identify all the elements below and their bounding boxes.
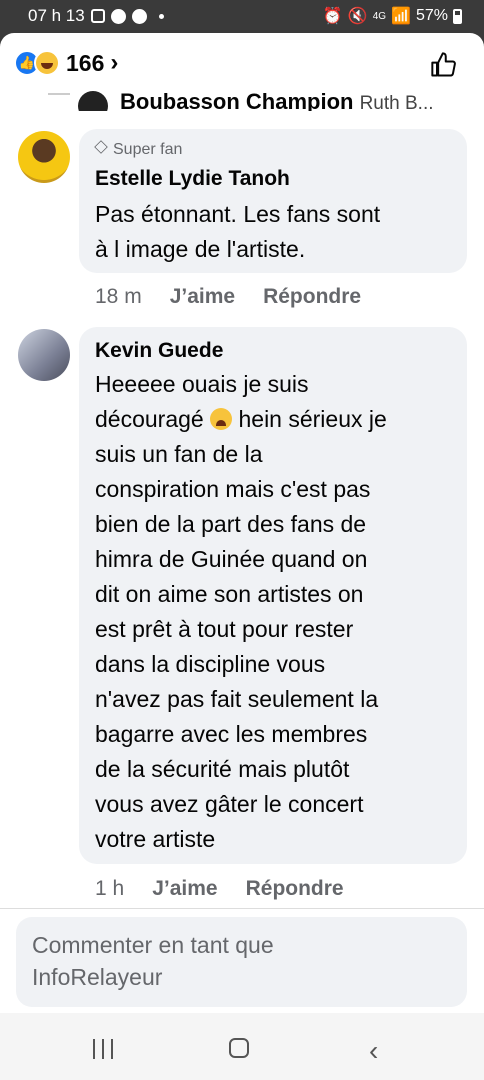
comment-actions: 1 h J’aime Répondre [95,877,344,901]
comment-bubble[interactable]: Kevin Guede Heeeee ouais je suis découra… [79,327,467,864]
notification-dot-icon [158,13,164,19]
crying-face-icon [210,408,233,430]
messenger-icon [110,8,126,24]
reaction-summary[interactable]: 👍 166 › [14,49,118,77]
signal-icon: 📶 [391,8,411,25]
system-nav-bar: ‹ [0,1013,484,1080]
home-icon[interactable] [229,1038,249,1058]
avatar[interactable] [18,131,70,183]
diamond-icon [94,140,108,154]
comment-composer[interactable]: Commenter en tant que InfoRelayeur [16,917,467,1007]
reply-button[interactable]: Répondre [263,285,361,309]
status-bar: 07 h 13 ⏰ 🔇 4G 📶 57% [0,0,484,32]
comment-time: 18 m [95,285,142,308]
thread-line [48,93,70,95]
reply-button[interactable]: Répondre [246,877,344,901]
previous-comment-snippet: Ruth B... [359,93,434,111]
whatsapp-icon [131,8,147,24]
comment-time: 1 h [95,877,125,900]
super-fan-badge: Super fan [94,140,182,159]
comments-sheet: 👍 166 › Boubasson Champion Ruth B... Sup… [0,33,484,1013]
comment-bubble[interactable]: Super fan Estelle Lydie Tanoh Pas étonna… [79,129,467,273]
chevron-right-icon: › [110,49,119,76]
network-type: 4G [372,10,387,22]
like-button[interactable]: J’aime [152,877,217,901]
comment-author[interactable]: Estelle Lydie Tanoh [95,167,290,191]
battery-icon [453,8,462,24]
avatar [78,91,108,111]
like-post-icon[interactable] [430,51,458,79]
alarm-icon: ⏰ [322,8,343,25]
gallery-icon [90,9,105,23]
haha-reaction-icon [34,50,60,76]
avatar[interactable] [18,329,70,381]
back-icon[interactable]: ‹ [369,1035,378,1067]
mute-icon: 🔇 [347,8,368,25]
comment-text: Heeeee ouais je suis découragé hein séri… [95,371,387,852]
recents-icon[interactable] [93,1039,113,1059]
status-time: 07 h 13 [28,6,85,25]
reaction-count: 166 [66,49,105,76]
like-button[interactable]: J’aime [170,285,235,309]
comment-input[interactable]: Commenter en tant que InfoRelayeur [32,929,452,993]
previous-comment-preview[interactable]: Boubasson Champion Ruth B... [48,85,468,111]
previous-comment-author: Boubasson Champion [120,89,354,111]
battery-level: 57% [415,7,448,24]
comment-author[interactable]: Kevin Guede [95,339,223,363]
comment-actions: 18 m J’aime Répondre [95,285,361,309]
comment-text: Pas étonnant. Les fans sont à l image de… [95,201,381,262]
divider [0,908,484,909]
